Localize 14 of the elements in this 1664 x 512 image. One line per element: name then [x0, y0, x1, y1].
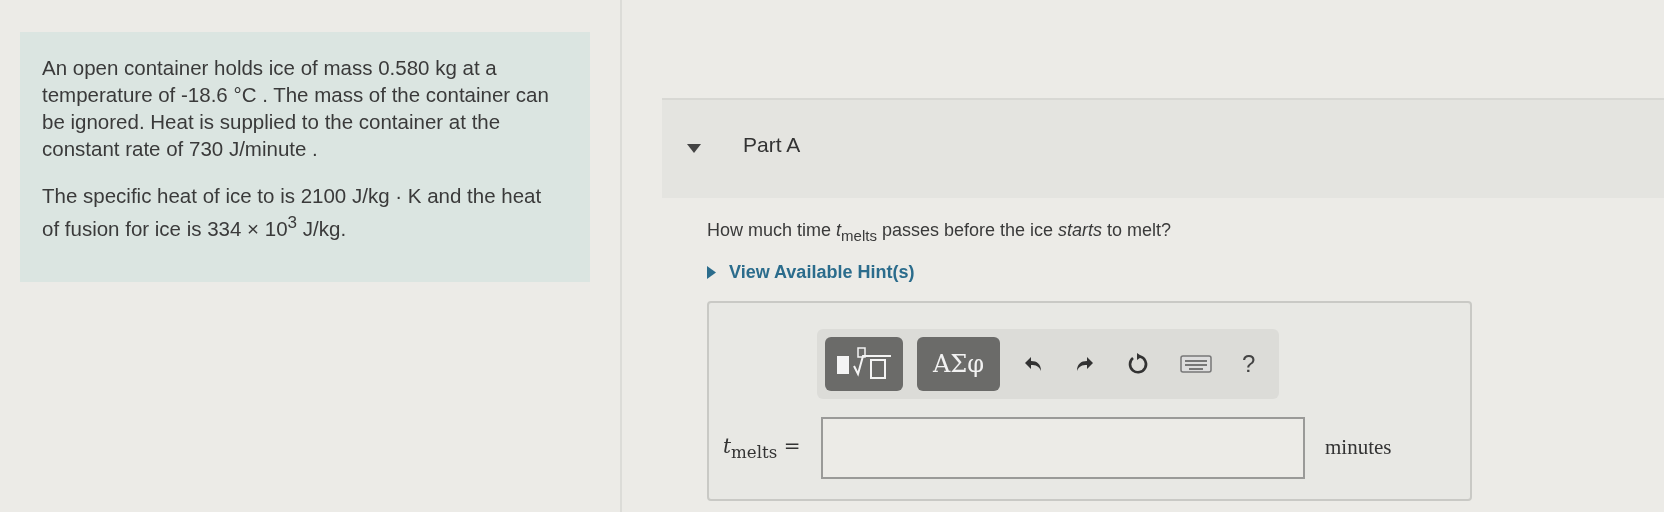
templates-button[interactable] [825, 336, 903, 391]
question-text: How much time t$_{melts}$ passes before the ice starts to melt? [707, 220, 1173, 244]
problem-text: An open container holds ice of mass 0.580 kg at a temperature of -18.6 °C . The mass of the container can be ignored. Heat is supplied to the container at the constant rate of 730 J/minute . [42, 55, 550, 162]
hints-link[interactable]: View Available Hint(s) [707, 261, 915, 283]
caret-icon[interactable] [707, 265, 717, 279]
keyboard-icon[interactable] [1180, 353, 1213, 374]
unit-label: minutes [1325, 435, 1392, 461]
answer-label: t$_{melts}$ = [723, 433, 802, 462]
part-title: Part A [743, 133, 801, 157]
answer-field[interactable] [821, 416, 1305, 479]
help-button[interactable]: ? [1234, 349, 1264, 378]
symbols-button[interactable]: ΑΣφ [917, 336, 1001, 391]
part-toggle[interactable] [687, 144, 701, 154]
problem-text: The specific heat of ice to is 2100 J/kg · K and the heat of fusion for ice is 334 × 10$^{3}$ J/kg. [42, 183, 543, 242]
